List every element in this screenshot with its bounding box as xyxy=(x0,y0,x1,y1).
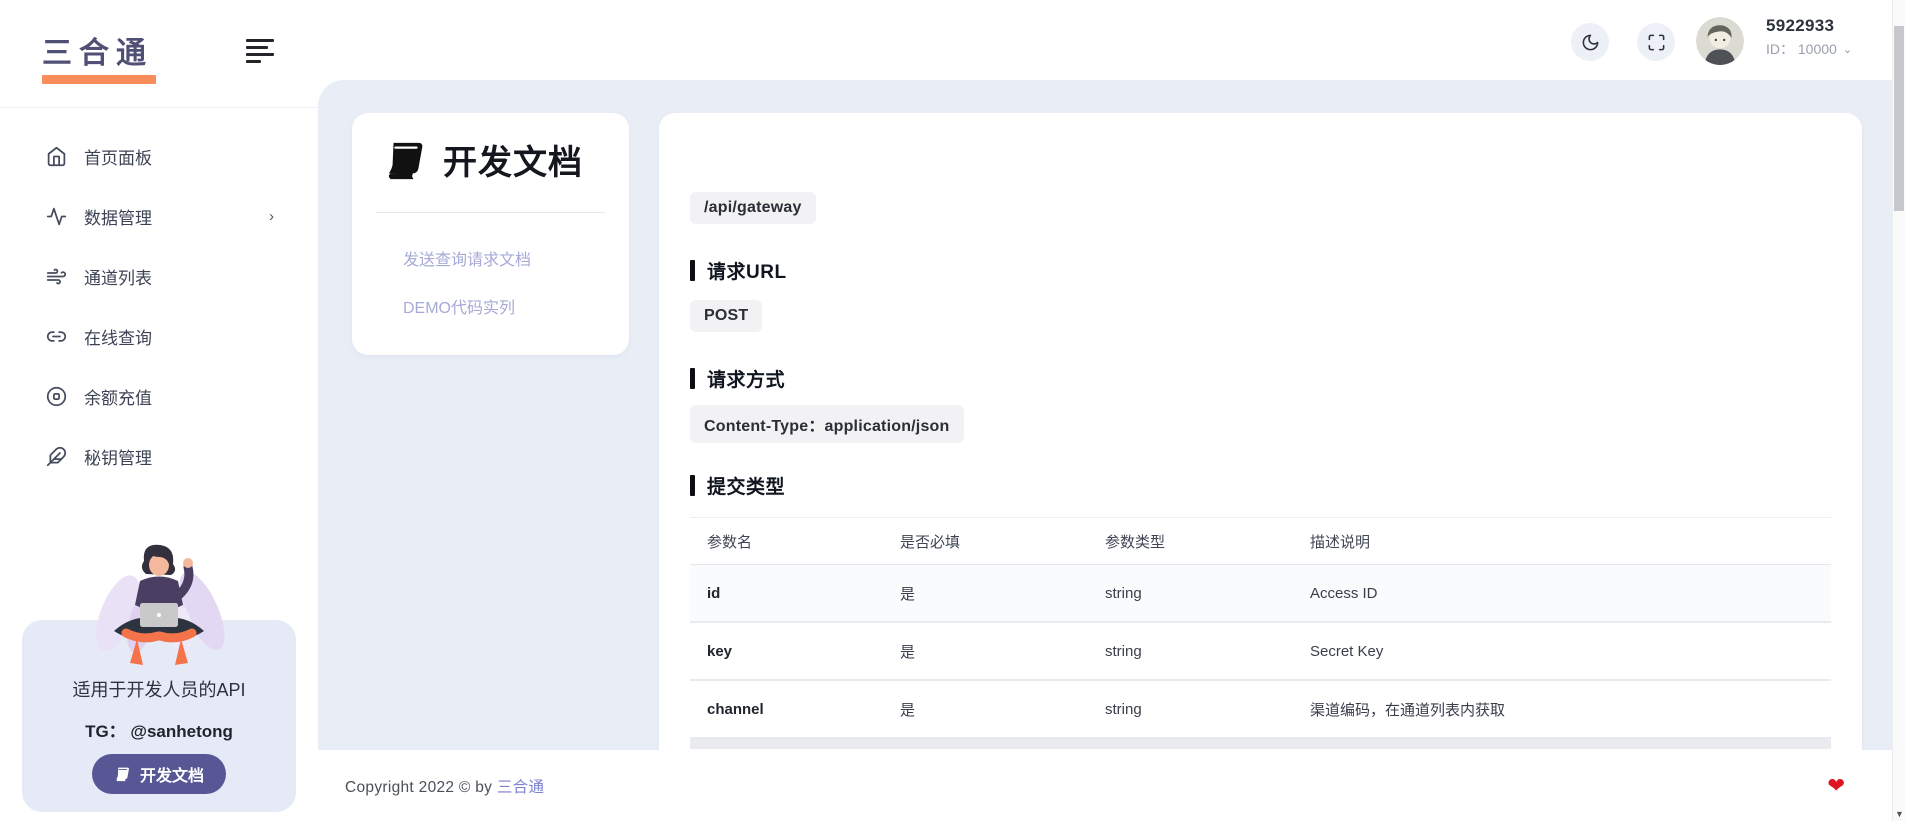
request-method-chip: POST xyxy=(690,300,762,332)
doc-nav-title: 开发文档 xyxy=(443,135,583,184)
menu-icon xyxy=(246,39,274,42)
fullscreen-icon xyxy=(1647,33,1666,52)
heart-icon: ❤ xyxy=(1827,773,1845,798)
main-content-area: 开发文档 发送查询请求文档 DEMO代码实列 请求URL /api/gatewa… xyxy=(318,80,1892,750)
activity-icon xyxy=(46,206,67,227)
scrollbar-thumb[interactable] xyxy=(1894,26,1904,211)
section-content-type: 提交类型 xyxy=(690,472,785,499)
scrollbar-down-arrow[interactable]: ▼ xyxy=(1893,809,1905,819)
link-icon xyxy=(46,326,67,347)
home-icon xyxy=(46,146,67,167)
promo-line1: 适用于开发人员的API xyxy=(22,676,296,702)
sidebar-item-channels[interactable]: 通道列表 xyxy=(0,246,318,306)
username: 5922933 xyxy=(1766,16,1852,36)
user-menu[interactable]: 5922933 ID： 10000 ⌄ xyxy=(1766,16,1852,59)
sidebar: 三合通 首页面板 数据管理 xyxy=(0,0,318,821)
fullscreen-button[interactable] xyxy=(1637,23,1675,61)
sidebar-item-online-query[interactable]: 在线查询 xyxy=(0,306,318,366)
table-row: key 是 string Secret Key xyxy=(690,623,1831,681)
sidebar-item-keys[interactable]: 秘钥管理 xyxy=(0,426,318,486)
section-request-url: 请求URL xyxy=(690,257,787,284)
sidebar-menu: 首页面板 数据管理 › 通道列表 xyxy=(0,126,318,486)
app-root: 开发文档 发送查询请求文档 DEMO代码实列 请求URL /api/gatewa… xyxy=(0,0,1905,821)
avatar[interactable] xyxy=(1696,17,1744,65)
user-id: ID： 10000 xyxy=(1766,39,1837,59)
logo-underline xyxy=(42,75,156,84)
table-next-row-clipped xyxy=(690,739,1831,749)
dev-docs-button[interactable]: 开发文档 xyxy=(92,754,226,794)
doc-nav-link-demo[interactable]: DEMO代码实列 xyxy=(403,294,515,318)
request-url-chip: /api/gateway xyxy=(690,192,816,224)
avatar-illustration xyxy=(1696,17,1744,65)
content-type-chip: Content-Type：application/json xyxy=(690,405,964,443)
sidebar-item-data[interactable]: 数据管理 › xyxy=(0,186,318,246)
params-table: 参数名 是否必填 参数类型 描述说明 id 是 string Access ID… xyxy=(690,517,1831,749)
section-request-method: 请求方式 xyxy=(690,365,785,392)
doc-panel: 请求URL /api/gateway 请求方式 POST 提交类型 Conten… xyxy=(659,113,1862,750)
divider xyxy=(376,212,605,213)
doc-nav-header: 开发文档 xyxy=(382,135,583,184)
book-icon xyxy=(382,139,428,181)
table-header-row: 参数名 是否必填 参数类型 描述说明 xyxy=(690,517,1831,565)
sidebar-header: 三合通 xyxy=(0,0,318,108)
copyright-text: Copyright 2022 © by 三合通 xyxy=(345,775,544,797)
feather-icon xyxy=(46,446,67,467)
sidebar-item-dashboard[interactable]: 首页面板 xyxy=(0,126,318,186)
doc-nav-link-query[interactable]: 发送查询请求文档 xyxy=(403,246,531,270)
dark-mode-button[interactable] xyxy=(1571,23,1609,61)
disc-icon xyxy=(46,386,67,407)
developer-illustration xyxy=(82,541,236,679)
doc-nav-card: 开发文档 发送查询请求文档 DEMO代码实列 xyxy=(352,113,629,355)
book-icon xyxy=(114,766,131,782)
vertical-scrollbar[interactable]: ▼ xyxy=(1892,0,1905,821)
wind-icon xyxy=(46,266,67,287)
chevron-right-icon: › xyxy=(269,208,274,225)
moon-icon xyxy=(1581,33,1600,52)
logo[interactable]: 三合通 xyxy=(42,28,156,84)
heading-bar xyxy=(690,260,695,281)
footer: Copyright 2022 © by 三合通 ❤ xyxy=(318,750,1892,821)
table-row: id 是 string Access ID xyxy=(690,565,1831,623)
sidebar-toggle-button[interactable] xyxy=(246,36,278,66)
table-row: channel 是 string 渠道编码，在通道列表内获取 xyxy=(690,681,1831,739)
promo-line2: TG： @sanhetong xyxy=(22,717,296,742)
chevron-down-icon: ⌄ xyxy=(1843,43,1852,56)
logo-text: 三合通 xyxy=(42,28,156,72)
heading-bar xyxy=(690,368,695,389)
sidebar-item-recharge[interactable]: 余额充值 xyxy=(0,366,318,426)
brand-link[interactable]: 三合通 xyxy=(497,779,544,796)
heading-bar xyxy=(690,475,695,496)
